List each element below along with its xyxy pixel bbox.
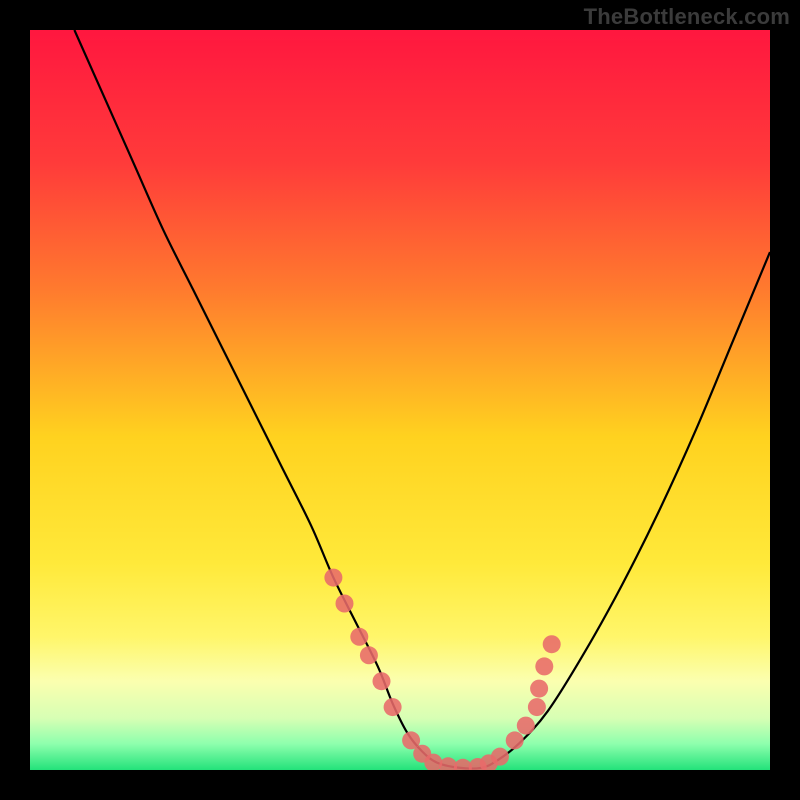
marker-dot bbox=[324, 569, 342, 587]
marker-dot bbox=[528, 698, 546, 716]
chart-plot bbox=[30, 30, 770, 770]
marker-dot bbox=[360, 646, 378, 664]
marker-dot bbox=[543, 635, 561, 653]
marker-dot bbox=[491, 748, 509, 766]
chart-svg bbox=[30, 30, 770, 770]
marker-dot bbox=[350, 628, 368, 646]
marker-dot bbox=[506, 731, 524, 749]
marker-dot bbox=[336, 595, 354, 613]
marker-dot bbox=[530, 680, 548, 698]
marker-dot bbox=[517, 717, 535, 735]
gradient-background bbox=[30, 30, 770, 770]
outer-frame: TheBottleneck.com bbox=[0, 0, 800, 800]
marker-dot bbox=[373, 672, 391, 690]
marker-dot bbox=[535, 657, 553, 675]
marker-dot bbox=[384, 698, 402, 716]
watermark-text: TheBottleneck.com bbox=[584, 4, 790, 30]
